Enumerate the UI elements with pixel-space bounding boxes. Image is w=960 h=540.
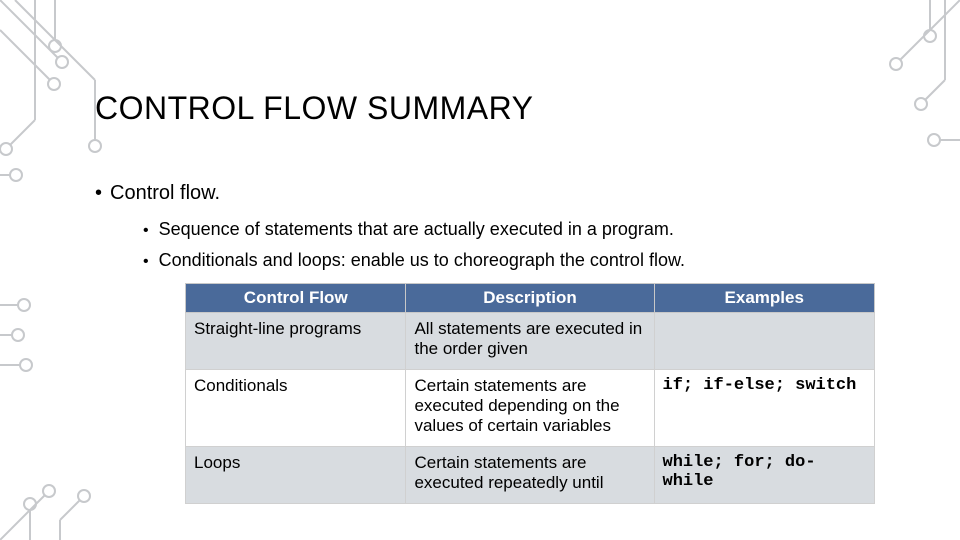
slide-content: CONTROL FLOW SUMMARY • Control flow. • S… — [95, 90, 920, 504]
circuit-decoration-left — [0, 295, 40, 385]
sub-bullet-text: Sequence of statements that are actually… — [159, 219, 674, 240]
bullet-item: • Control flow. • Sequence of statements… — [95, 182, 920, 271]
table-header: Examples — [654, 284, 875, 313]
table-cell: Certain statements are executed repeated… — [406, 447, 654, 504]
table-cell: Certain statements are executed dependin… — [406, 370, 654, 447]
circuit-decoration-bottom-left — [0, 450, 110, 540]
table-row: Conditionals Certain statements are exec… — [186, 370, 875, 447]
sub-bullet-item: • Conditionals and loops: enable us to c… — [143, 250, 920, 271]
bullet-dot-icon: • — [143, 223, 149, 239]
table-cell-example — [654, 313, 875, 370]
table-cell: Conditionals — [186, 370, 406, 447]
table-header: Control Flow — [186, 284, 406, 313]
summary-table-wrap: Control Flow Description Examples Straig… — [185, 283, 875, 504]
bullet-list: • Control flow. • Sequence of statements… — [95, 182, 920, 271]
bullet-text: Control flow. — [110, 182, 220, 205]
slide-title: CONTROL FLOW SUMMARY — [95, 90, 920, 127]
bullet-dot-icon: • — [95, 183, 102, 203]
sub-bullet-item: • Sequence of statements that are actual… — [143, 219, 920, 240]
table-cell: Loops — [186, 447, 406, 504]
table-cell-example: if; if-else; switch — [654, 370, 875, 447]
table-row: Loops Certain statements are executed re… — [186, 447, 875, 504]
table-cell: Straight-line programs — [186, 313, 406, 370]
bullet-dot-icon: • — [143, 254, 149, 270]
table-header: Description — [406, 284, 654, 313]
table-cell-example: while; for; do-while — [654, 447, 875, 504]
table-cell: All statements are executed in the order… — [406, 313, 654, 370]
summary-table: Control Flow Description Examples Straig… — [185, 283, 875, 504]
sub-bullet-list: • Sequence of statements that are actual… — [143, 219, 920, 271]
sub-bullet-text: Conditionals and loops: enable us to cho… — [159, 250, 685, 271]
table-header-row: Control Flow Description Examples — [186, 284, 875, 313]
table-row: Straight-line programs All statements ar… — [186, 313, 875, 370]
